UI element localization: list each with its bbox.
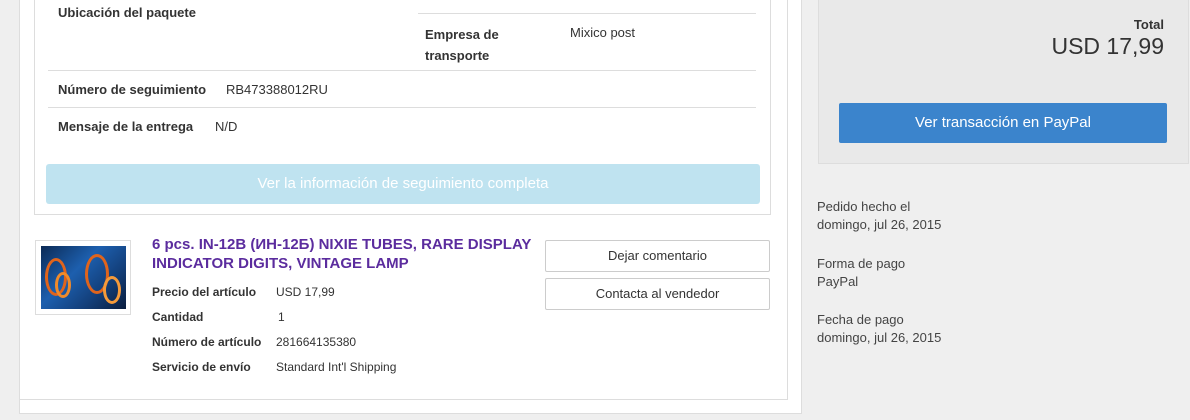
- item-quantity-value: 1: [278, 310, 285, 324]
- carrier-value: Mixico post: [570, 25, 636, 40]
- payment-method-label: Forma de pago: [817, 256, 906, 271]
- item-price-label: Precio del artículo: [152, 285, 257, 299]
- shipping-service-value: Standard Int'l Shipping: [276, 360, 397, 374]
- carrier-label-line1: Empresa de: [425, 27, 499, 42]
- tracking-number-label: Número de seguimiento: [58, 82, 207, 97]
- total-value: USD 17,99: [1051, 33, 1164, 59]
- item-number-label: Número de artículo: [152, 335, 262, 349]
- order-date-value: domingo, jul 26, 2015: [817, 217, 942, 232]
- item-quantity-label: Cantidad: [152, 310, 204, 324]
- carrier-label-line2: transporte: [425, 48, 490, 63]
- total-label: Total: [1133, 17, 1164, 32]
- carrier-label: Empresa de transporte: [425, 24, 499, 66]
- contact-seller-button[interactable]: Contacta al vendedor: [545, 278, 770, 310]
- view-paypal-transaction-button[interactable]: Ver transacción en PayPal: [839, 103, 1167, 143]
- package-location-label: Ubicación del paquete: [58, 5, 196, 20]
- divider: [48, 70, 756, 71]
- leave-feedback-button[interactable]: Dejar comentario: [545, 240, 770, 272]
- item-price-value: USD 17,99: [276, 285, 335, 299]
- payment-date-label: Fecha de pago: [817, 312, 904, 327]
- delivery-message-value: N/D: [215, 119, 238, 134]
- order-date-label: Pedido hecho el: [817, 199, 911, 214]
- divider: [418, 13, 756, 14]
- shipping-service-label: Servicio de envío: [152, 360, 251, 374]
- nixie-tubes-photo-icon: [41, 246, 126, 309]
- divider: [48, 107, 756, 108]
- payment-method-value: PayPal: [817, 274, 859, 289]
- payment-date-value: domingo, jul 26, 2015: [817, 330, 942, 345]
- delivery-message-label: Mensaje de la entrega: [58, 119, 194, 134]
- item-number-value: 281664135380: [276, 335, 357, 349]
- item-thumbnail[interactable]: [35, 240, 131, 315]
- full-tracking-button[interactable]: Ver la información de seguimiento comple…: [46, 164, 760, 204]
- item-title-link[interactable]: 6 pcs. IN-12B (ИН-12Б) NIXIE TUBES, RARE…: [152, 235, 532, 273]
- tracking-number-value: RB473388012RU: [226, 82, 328, 97]
